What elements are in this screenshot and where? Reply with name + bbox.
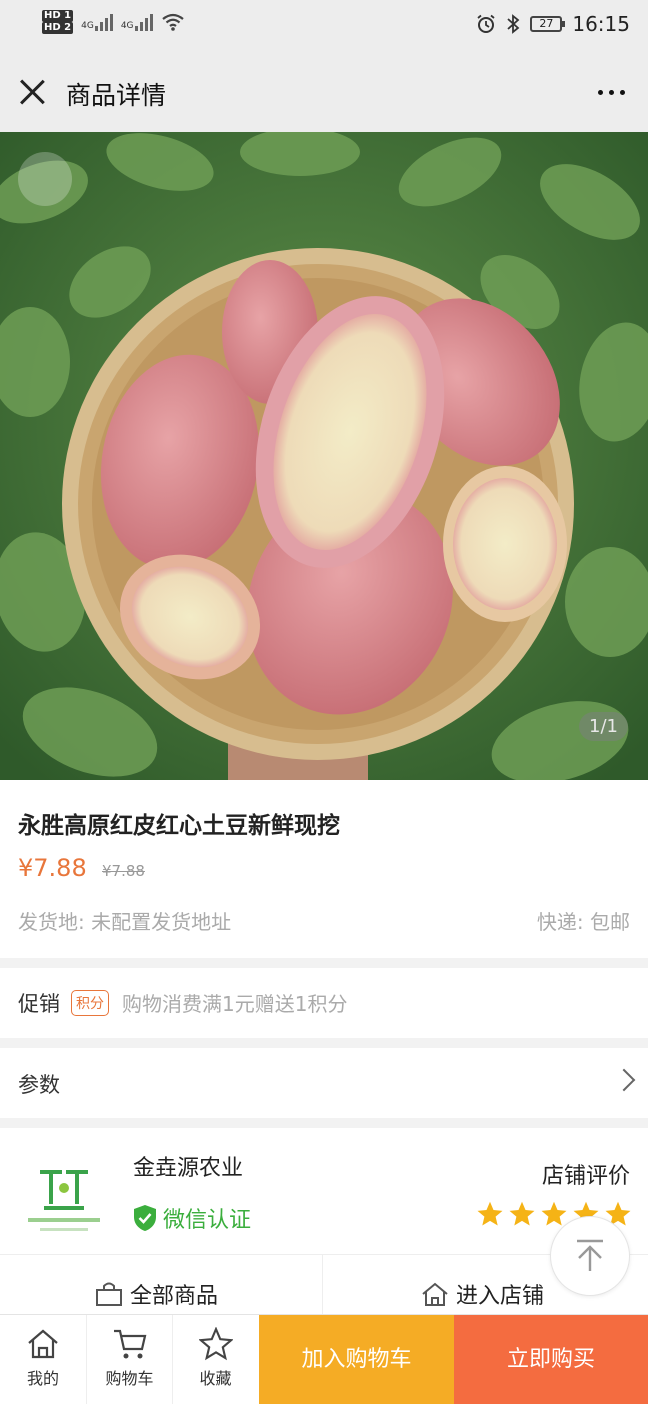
- verified-badge: 微信认证: [133, 1202, 251, 1234]
- product-title: 永胜高原红皮红心土豆新鲜现挖: [18, 813, 340, 839]
- product-info: 永胜高原红皮红心土豆新鲜现挖 ¥7.88 ¥7.88 发货地: 未配置发货地址 …: [0, 780, 648, 958]
- store-card: 金垚源农业 微信认证 店铺评价 全部商品 进入店铺: [0, 1128, 648, 1328]
- buy-now-button[interactable]: 立即购买: [454, 1315, 648, 1404]
- nav-bar: 商品详情: [0, 52, 648, 132]
- star-icon: [541, 1201, 567, 1226]
- hd2-badge: HD 2: [42, 22, 74, 34]
- bag-icon: [96, 1282, 122, 1306]
- star-icon: [509, 1201, 535, 1226]
- express-info: 快递: 包邮: [536, 910, 630, 934]
- store-logo[interactable]: [22, 1158, 106, 1242]
- star-outline-icon: [198, 1327, 233, 1361]
- shield-check-icon: [134, 1205, 156, 1231]
- close-icon[interactable]: [18, 78, 46, 106]
- star-icon: [477, 1201, 503, 1226]
- gallery-back-button[interactable]: [18, 152, 72, 206]
- signal-bars-icon: [134, 13, 153, 31]
- enter-store-button[interactable]: 进入店铺: [420, 1278, 544, 1310]
- page-title: 商品详情: [66, 81, 167, 110]
- cart-icon: [113, 1329, 146, 1359]
- status-left: HD 1 HD 2 4G 4G: [42, 10, 185, 34]
- all-products-label: 全部商品: [130, 1284, 219, 1309]
- points-badge: 积分: [71, 990, 109, 1016]
- promotion-text: 购物消费满1元赠送1积分: [122, 992, 348, 1016]
- hd1-badge: HD 1: [42, 10, 74, 22]
- battery-icon: 27: [530, 16, 566, 32]
- tab-mine-label: 我的: [26, 1369, 59, 1388]
- wifi-icon: [161, 13, 184, 31]
- product-price: ¥7.88: [18, 854, 87, 882]
- bluetooth-icon: [507, 14, 520, 34]
- store-name[interactable]: 金垚源农业: [133, 1150, 243, 1182]
- product-image: [0, 132, 648, 780]
- tab-favorite-label: 收藏: [199, 1369, 232, 1388]
- params-label: 参数: [18, 1073, 60, 1097]
- signal-2: 4G: [121, 13, 153, 31]
- store-rating-label: 店铺评价: [541, 1164, 630, 1189]
- signal-1-label: 4G: [81, 21, 94, 31]
- more-options-icon[interactable]: [598, 82, 630, 102]
- tab-cart[interactable]: 购物车: [86, 1315, 172, 1404]
- add-to-cart-button[interactable]: 加入购物车: [259, 1315, 454, 1404]
- home-icon: [28, 1329, 58, 1359]
- home-icon: [422, 1282, 448, 1306]
- signal-1: 4G: [81, 13, 113, 31]
- network-indicator: HD 1 HD 2: [42, 10, 74, 34]
- status-bar: HD 1 HD 2 4G 4G 27 16:15: [0, 0, 648, 52]
- gallery-counter: 1/1: [579, 712, 628, 741]
- status-right: 27 16:15: [476, 12, 630, 36]
- chevron-right-icon: [612, 1068, 636, 1092]
- promotion-label: 促销: [18, 992, 60, 1016]
- tab-cart-label: 购物车: [105, 1369, 154, 1388]
- arrow-up-icon: [577, 1239, 603, 1271]
- back-to-top-button[interactable]: [550, 1216, 630, 1296]
- ship-from: 发货地: 未配置发货地址: [18, 910, 232, 934]
- tab-mine[interactable]: 我的: [0, 1315, 86, 1404]
- signal-2-label: 4G: [120, 21, 134, 31]
- params-row[interactable]: 参数: [0, 1048, 648, 1118]
- all-products-button[interactable]: 全部商品: [94, 1278, 218, 1310]
- tab-favorite[interactable]: 收藏: [172, 1315, 258, 1404]
- promotion-row[interactable]: 促销 积分 购物消费满1元赠送1积分: [0, 968, 648, 1038]
- bottom-action-bar: 我的 购物车 收藏 加入购物车 立即购买: [0, 1314, 648, 1404]
- alarm-icon: [477, 14, 495, 33]
- enter-store-label: 进入店铺: [456, 1284, 545, 1309]
- signal-bars-icon: [94, 13, 113, 31]
- original-price: ¥7.88: [102, 862, 145, 880]
- product-gallery[interactable]: 1/1: [0, 132, 648, 780]
- verified-text: 微信认证: [163, 1208, 252, 1233]
- clock: 16:15: [572, 12, 630, 36]
